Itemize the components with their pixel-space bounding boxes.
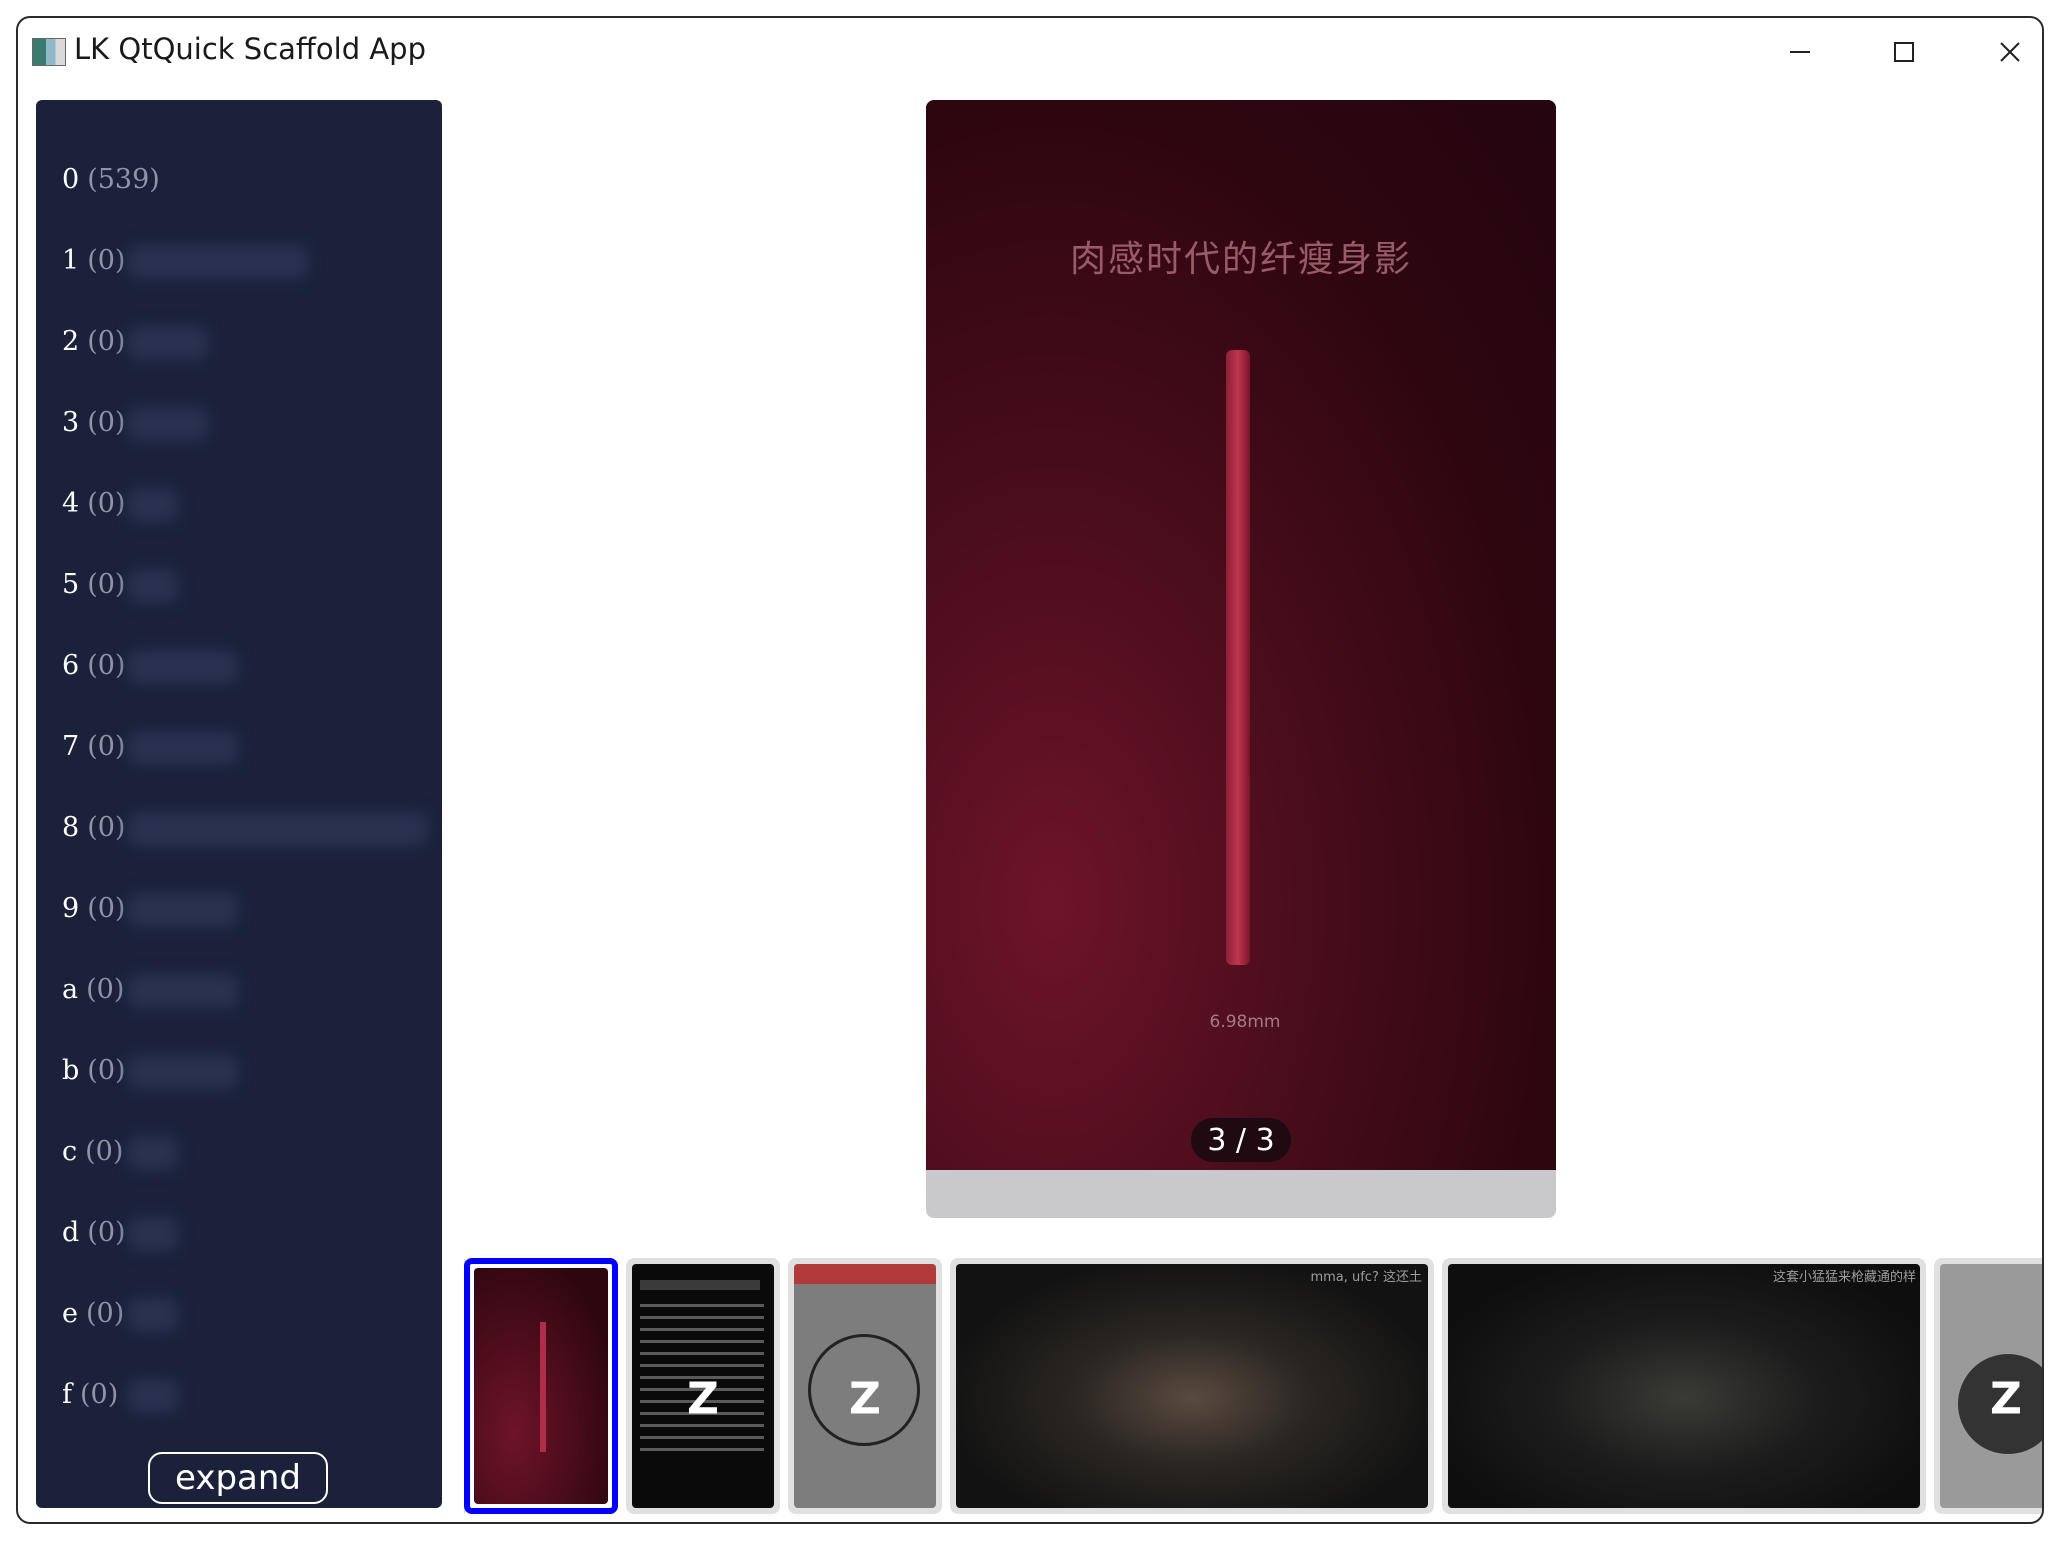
main-image: 肉感时代的纤瘦身影 6.98mm	[926, 100, 1556, 1170]
item-count: (0)	[87, 1054, 126, 1086]
item-key: 4	[62, 487, 80, 519]
item-count: (0)	[87, 487, 126, 519]
item-count: (0)	[87, 730, 126, 762]
thumb-header-bar	[794, 1264, 936, 1284]
sidebar-item-5[interactable]: 5 (0)	[62, 549, 125, 619]
blurred-label	[128, 812, 428, 846]
title-bar[interactable]: LK QtQuick Scaffold App	[18, 18, 2042, 88]
thumbnail-z-label: Z	[849, 1373, 881, 1425]
item-key: 8	[62, 811, 80, 843]
item-key: 3	[62, 406, 80, 438]
sidebar-item-c[interactable]: c (0)	[62, 1116, 123, 1186]
item-key: e	[62, 1297, 78, 1329]
thumbnail-overlay-text: 这套小猛猛来枪藏通的样	[1772, 1270, 1916, 1285]
blurred-label	[128, 650, 238, 684]
item-key: 6	[62, 649, 80, 681]
thumbnail-strip[interactable]: Z Z mma, ufc? 这还土 这套小猛猛来枪藏通的样 Z	[464, 1236, 2042, 1522]
blurred-label	[128, 245, 308, 279]
item-count: (0)	[87, 649, 126, 681]
item-key: 7	[62, 730, 80, 762]
item-count: (0)	[86, 973, 125, 1005]
item-key: a	[62, 973, 79, 1005]
thumbnail-z-label: Z	[687, 1373, 719, 1425]
item-count: (539)	[87, 163, 160, 195]
thumbnail[interactable]: Z	[788, 1258, 942, 1514]
item-key: d	[62, 1216, 80, 1248]
phone-edge-graphic	[1226, 350, 1250, 965]
item-count: (0)	[87, 1216, 126, 1248]
item-key: f	[62, 1378, 72, 1410]
sidebar-item-9[interactable]: 9 (0)	[62, 873, 125, 943]
sidebar-item-1[interactable]: 1 (0)	[62, 225, 125, 295]
thumbnail[interactable]: Z	[626, 1258, 780, 1514]
item-count: (0)	[80, 1378, 119, 1410]
blurred-label	[128, 1298, 178, 1332]
thumbnail-overlay-text: mma, ufc? 这还土	[1310, 1270, 1422, 1285]
sidebar-item-f[interactable]: f (0)	[62, 1359, 118, 1429]
app-icon	[32, 38, 66, 66]
sidebar-item-7[interactable]: 7 (0)	[62, 711, 125, 781]
sidebar-item-d[interactable]: d (0)	[62, 1197, 126, 1267]
item-key: 0	[62, 163, 80, 195]
thumbnail[interactable]: Z	[1934, 1258, 2042, 1514]
thumbnail-video[interactable]: 这套小猛猛来枪藏通的样	[1442, 1258, 1926, 1514]
sidebar-item-0[interactable]: 0 (539)	[62, 144, 160, 214]
sidebar-item-8[interactable]: 8 (0)	[62, 792, 125, 862]
item-key: 1	[62, 244, 80, 276]
item-count: (0)	[87, 244, 126, 276]
thumbnail-selected[interactable]	[464, 1258, 618, 1514]
blurred-label	[128, 1055, 238, 1089]
blurred-label	[128, 1136, 178, 1170]
item-count: (0)	[85, 1297, 125, 1329]
window-title: LK QtQuick Scaffold App	[74, 32, 426, 66]
minimize-button[interactable]	[1772, 30, 1828, 74]
thickness-label: 6.98mm	[1209, 1012, 1281, 1032]
item-key: 5	[62, 568, 80, 600]
item-count: (0)	[87, 568, 126, 600]
blurred-label	[128, 326, 208, 360]
blurred-label	[128, 488, 178, 522]
item-key: 2	[62, 325, 80, 357]
thumbnail-video[interactable]: mma, ufc? 这还土	[950, 1258, 1434, 1514]
thumbnail-z-label: Z	[1990, 1373, 2022, 1425]
item-count: (0)	[87, 406, 126, 438]
sidebar: 0 (539) 1 (0) 2 (0) 3 (0) 4 (0) 5 (0) 6 (0) 7 (0…	[36, 100, 442, 1508]
item-key: 9	[62, 892, 80, 924]
item-key: b	[62, 1054, 80, 1086]
blurred-label	[128, 731, 238, 765]
item-count: (0)	[87, 811, 126, 843]
close-button[interactable]	[1982, 30, 2038, 74]
sidebar-item-a[interactable]: a (0)	[62, 954, 124, 1024]
blurred-label	[128, 407, 208, 441]
blurred-label	[128, 974, 238, 1008]
sidebar-item-4[interactable]: 4 (0)	[62, 468, 125, 538]
image-viewer[interactable]: 肉感时代的纤瘦身影 6.98mm 3 / 3	[926, 100, 1556, 1218]
image-caption: 肉感时代的纤瘦身影	[1069, 239, 1412, 280]
item-count: (0)	[87, 892, 126, 924]
sidebar-item-2[interactable]: 2 (0)	[62, 306, 125, 376]
page-counter: 3 / 3	[1191, 1118, 1291, 1162]
item-key: c	[62, 1135, 78, 1167]
sidebar-item-e[interactable]: e (0)	[62, 1278, 124, 1348]
thumb-phone-graphic	[540, 1322, 546, 1452]
sidebar-item-b[interactable]: b (0)	[62, 1035, 126, 1105]
blurred-label	[128, 893, 238, 927]
maximize-button[interactable]	[1876, 30, 1932, 74]
maximize-icon	[1894, 42, 1914, 62]
item-count: (0)	[85, 1135, 124, 1167]
expand-button[interactable]: expand	[148, 1452, 328, 1504]
minimize-icon	[1790, 51, 1810, 53]
close-icon	[2000, 42, 2020, 62]
blurred-label	[128, 1379, 178, 1413]
thumb-text-line	[640, 1280, 760, 1290]
sidebar-item-3[interactable]: 3 (0)	[62, 387, 125, 457]
blurred-label	[128, 1217, 178, 1251]
app-window: LK QtQuick Scaffold App 0 (539) 1 (0) 2 (0)…	[16, 16, 2044, 1524]
blurred-label	[128, 569, 178, 603]
sidebar-item-6[interactable]: 6 (0)	[62, 630, 125, 700]
item-count: (0)	[87, 325, 126, 357]
